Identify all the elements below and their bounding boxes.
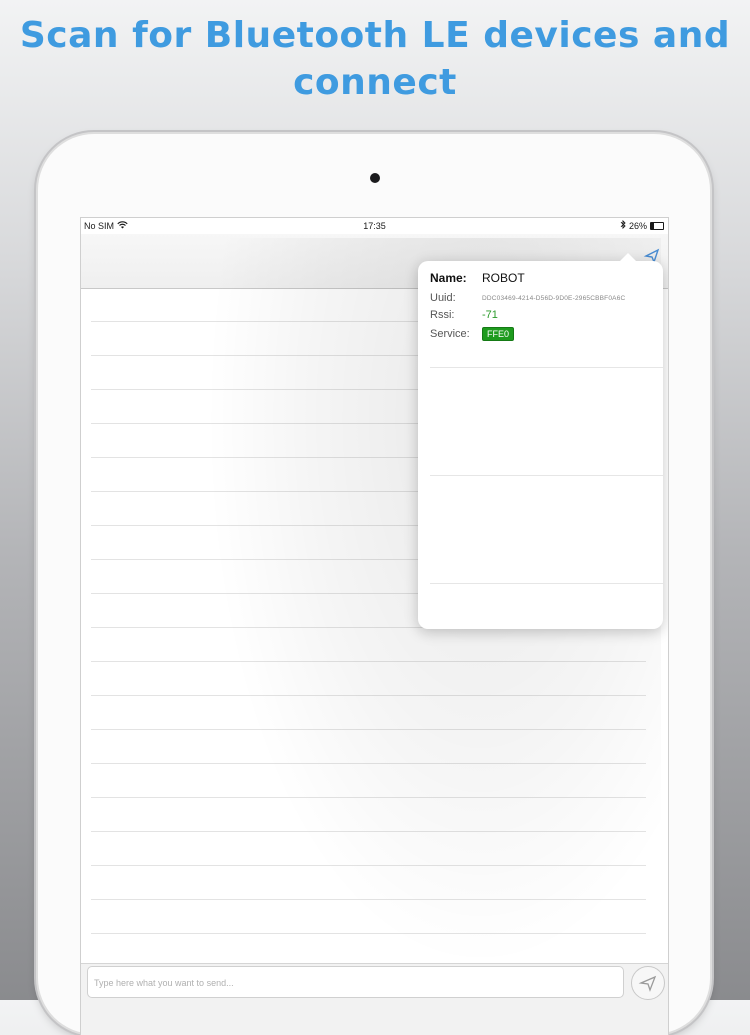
popover-divider (430, 583, 663, 584)
tablet-frame: No SIM 17:35 26% Name: ROBOT Uuid: DDC03… (38, 134, 710, 1035)
list-row (91, 900, 646, 934)
device-service-row: Service: FFE0 (430, 327, 515, 341)
name-label: Name: (430, 271, 467, 285)
device-popover: Name: ROBOT Uuid: DDC03469-4214-D56D-9D0… (418, 253, 663, 629)
front-camera (370, 173, 380, 183)
rssi-label: Rssi: (430, 309, 455, 321)
service-badge[interactable]: FFE0 (482, 327, 515, 341)
popover-divider (430, 475, 663, 476)
send-button[interactable] (631, 966, 665, 1000)
list-row (91, 764, 646, 798)
status-time: 17:35 (363, 221, 386, 231)
battery-icon (650, 222, 664, 230)
device-rssi-row: Rssi: -71 (430, 309, 498, 321)
message-input[interactable]: Type here what you want to send... (87, 966, 624, 998)
headline-line-2: connect (293, 62, 457, 103)
send-icon (632, 975, 664, 1003)
device-uuid-row: Uuid: DDC03469-4214-D56D-9D0E-2965CBBF0A… (430, 292, 625, 304)
service-label: Service: (430, 328, 470, 340)
list-row (91, 798, 646, 832)
bluetooth-icon (620, 218, 626, 234)
list-row (91, 832, 646, 866)
device-name: ROBOT (482, 271, 525, 285)
promo-headline: Scan for Bluetooth LE devices and connec… (0, 12, 750, 106)
uuid-label: Uuid: (430, 292, 456, 304)
popover-arrow (619, 253, 637, 262)
list-row (91, 662, 646, 696)
list-row (91, 730, 646, 764)
status-bar: No SIM 17:35 26% (81, 218, 668, 234)
device-name-row[interactable]: Name: ROBOT (430, 271, 525, 285)
list-row (91, 696, 646, 730)
list-row (91, 866, 646, 900)
popover-divider (430, 367, 663, 368)
app-screen: No SIM 17:35 26% Name: ROBOT Uuid: DDC03… (80, 217, 669, 1035)
list-row (91, 628, 646, 662)
headline-line-1: Scan for Bluetooth LE devices and (19, 15, 731, 56)
device-rssi: -71 (482, 309, 498, 321)
composer-bar: Type here what you want to send... (81, 963, 668, 1035)
device-uuid: DDC03469-4214-D56D-9D0E-2965CBBF0A6C (482, 294, 626, 302)
battery-percent: 26% (628, 221, 647, 231)
